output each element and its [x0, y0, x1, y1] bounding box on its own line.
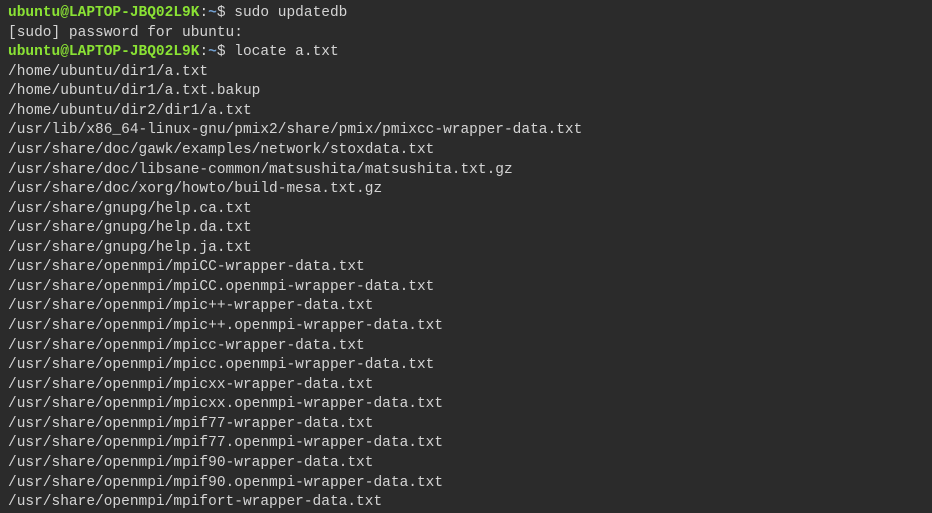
- terminal-line: /usr/share/openmpi/mpicc.openmpi-wrapper…: [8, 356, 924, 376]
- output-text: /usr/share/openmpi/mpif77.openmpi-wrappe…: [8, 435, 443, 451]
- terminal-line: /usr/share/gnupg/help.ca.txt: [8, 200, 924, 220]
- prompt-user-host: ubuntu@LAPTOP-JBQ02L9K: [8, 44, 199, 60]
- prompt-symbol: $: [217, 5, 234, 21]
- terminal-line: /usr/share/doc/gawk/examples/network/sto…: [8, 141, 924, 161]
- output-text: /usr/share/openmpi/mpifort-wrapper-data.…: [8, 494, 382, 510]
- output-text: /usr/lib/x86_64-linux-gnu/pmix2/share/pm…: [8, 122, 582, 138]
- terminal-line: /usr/share/openmpi/mpif90.openmpi-wrappe…: [8, 474, 924, 494]
- output-text: /usr/share/openmpi/mpicc.openmpi-wrapper…: [8, 357, 434, 373]
- terminal-line: /usr/share/openmpi/mpiCC.openmpi-wrapper…: [8, 278, 924, 298]
- terminal-line: /usr/share/openmpi/mpicc-wrapper-data.tx…: [8, 337, 924, 357]
- output-text: /usr/share/openmpi/mpiCC-wrapper-data.tx…: [8, 259, 365, 275]
- prompt-colon: :: [199, 44, 208, 60]
- prompt-path: ~: [208, 44, 217, 60]
- terminal-line: [sudo] password for ubuntu:: [8, 24, 924, 44]
- command-text: sudo updatedb: [234, 5, 347, 21]
- output-text: /home/ubuntu/dir1/a.txt.bakup: [8, 83, 260, 99]
- terminal-line: /usr/share/doc/libsane-common/matsushita…: [8, 161, 924, 181]
- output-text: /usr/share/doc/xorg/howto/build-mesa.txt…: [8, 181, 382, 197]
- output-text: /usr/share/openmpi/mpicxx-wrapper-data.t…: [8, 377, 373, 393]
- output-text: /home/ubuntu/dir2/dir1/a.txt: [8, 103, 252, 119]
- terminal-line: /usr/share/openmpi/mpif77-wrapper-data.t…: [8, 415, 924, 435]
- output-text: /usr/share/openmpi/mpif77-wrapper-data.t…: [8, 416, 373, 432]
- terminal-line: /usr/share/openmpi/mpicxx-wrapper-data.t…: [8, 376, 924, 396]
- output-text: /usr/share/gnupg/help.da.txt: [8, 220, 252, 236]
- terminal-line: /home/ubuntu/dir1/a.txt.bakup: [8, 82, 924, 102]
- terminal-line: /usr/share/openmpi/mpiCC-wrapper-data.tx…: [8, 258, 924, 278]
- output-text: /usr/share/doc/gawk/examples/network/sto…: [8, 142, 434, 158]
- output-text: /usr/share/doc/libsane-common/matsushita…: [8, 162, 513, 178]
- output-text: [sudo] password for ubuntu:: [8, 25, 243, 41]
- output-text: /usr/share/openmpi/mpic++.openmpi-wrappe…: [8, 318, 443, 334]
- output-text: /usr/share/openmpi/mpif90.openmpi-wrappe…: [8, 475, 443, 491]
- terminal-line: ubuntu@LAPTOP-JBQ02L9K:~$ sudo updatedb: [8, 4, 924, 24]
- terminal-line: ubuntu@LAPTOP-JBQ02L9K:~$ locate a.txt: [8, 43, 924, 63]
- prompt-path: ~: [208, 5, 217, 21]
- output-text: /usr/share/openmpi/mpiCC.openmpi-wrapper…: [8, 279, 434, 295]
- terminal-line: /usr/share/gnupg/help.ja.txt: [8, 239, 924, 259]
- terminal-line: /usr/share/openmpi/mpif77.openmpi-wrappe…: [8, 434, 924, 454]
- prompt-symbol: $: [217, 44, 234, 60]
- terminal-line: /usr/share/doc/xorg/howto/build-mesa.txt…: [8, 180, 924, 200]
- terminal-line: /home/ubuntu/dir2/dir1/a.txt: [8, 102, 924, 122]
- output-text: /usr/share/openmpi/mpif90-wrapper-data.t…: [8, 455, 373, 471]
- terminal-line: /usr/share/openmpi/mpicxx.openmpi-wrappe…: [8, 395, 924, 415]
- output-text: /usr/share/openmpi/mpic++-wrapper-data.t…: [8, 298, 373, 314]
- terminal-output[interactable]: ubuntu@LAPTOP-JBQ02L9K:~$ sudo updatedb[…: [8, 4, 924, 513]
- prompt-user-host: ubuntu@LAPTOP-JBQ02L9K: [8, 5, 199, 21]
- terminal-line: /home/ubuntu/dir1/a.txt: [8, 63, 924, 83]
- output-text: /usr/share/gnupg/help.ja.txt: [8, 240, 252, 256]
- command-text: locate a.txt: [234, 44, 338, 60]
- output-text: /home/ubuntu/dir1/a.txt: [8, 64, 208, 80]
- terminal-line: /usr/share/gnupg/help.da.txt: [8, 219, 924, 239]
- terminal-line: /usr/share/openmpi/mpic++.openmpi-wrappe…: [8, 317, 924, 337]
- terminal-line: /usr/share/openmpi/mpic++-wrapper-data.t…: [8, 297, 924, 317]
- terminal-line: /usr/share/openmpi/mpif90-wrapper-data.t…: [8, 454, 924, 474]
- output-text: /usr/share/openmpi/mpicc-wrapper-data.tx…: [8, 338, 365, 354]
- prompt-colon: :: [199, 5, 208, 21]
- terminal-line: /usr/lib/x86_64-linux-gnu/pmix2/share/pm…: [8, 121, 924, 141]
- terminal-line: /usr/share/openmpi/mpifort-wrapper-data.…: [8, 493, 924, 513]
- output-text: /usr/share/gnupg/help.ca.txt: [8, 201, 252, 217]
- output-text: /usr/share/openmpi/mpicxx.openmpi-wrappe…: [8, 396, 443, 412]
